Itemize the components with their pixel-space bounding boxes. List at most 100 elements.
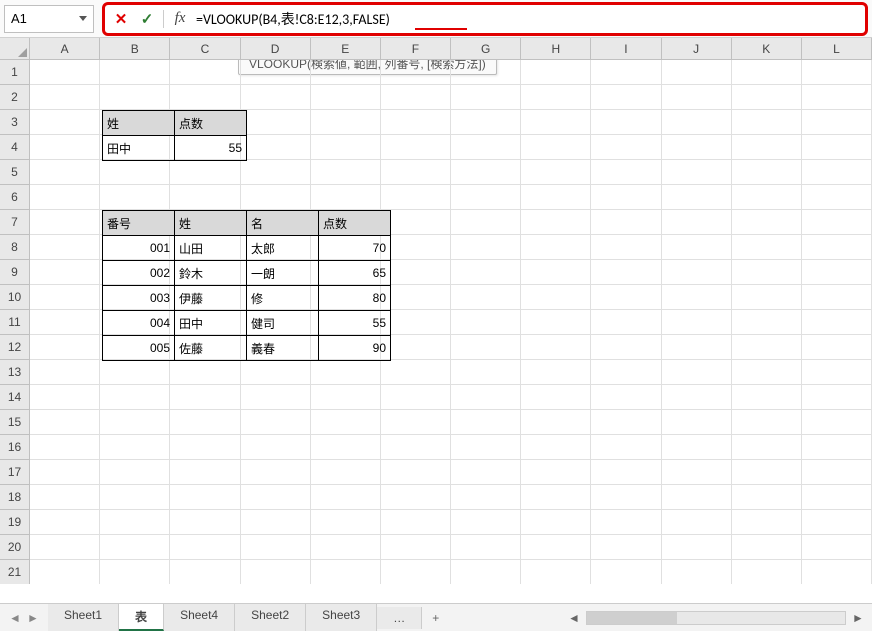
cell-value[interactable]: 001 [103,236,175,261]
tab-nav-left-icon[interactable]: ◄ [8,611,22,625]
cell[interactable] [521,535,591,560]
cell[interactable] [381,560,451,584]
column-header[interactable]: L [802,38,872,59]
cell[interactable] [521,485,591,510]
cell[interactable] [451,60,521,85]
cell[interactable] [591,410,661,435]
cell[interactable] [30,285,100,310]
scroll-left-icon[interactable]: ◄ [566,610,582,626]
cell[interactable] [732,460,802,485]
cell-value[interactable]: 70 [319,236,391,261]
cell[interactable] [662,535,732,560]
cell[interactable] [30,85,100,110]
cell[interactable] [732,135,802,160]
cell[interactable] [100,85,170,110]
cell[interactable] [521,410,591,435]
cell[interactable] [451,85,521,110]
cell[interactable] [591,360,661,385]
add-sheet-button[interactable]: + [422,607,449,629]
cell[interactable] [521,260,591,285]
cell[interactable] [521,385,591,410]
cell[interactable] [170,560,240,584]
sheet-tab[interactable]: Sheet4 [164,604,235,631]
cell[interactable] [381,235,451,260]
cell[interactable] [381,135,451,160]
cell[interactable] [521,335,591,360]
cell[interactable] [662,510,732,535]
cell[interactable] [662,185,732,210]
cell[interactable] [381,385,451,410]
cell[interactable] [311,160,381,185]
cell[interactable] [30,485,100,510]
cell[interactable] [662,360,732,385]
cell[interactable] [241,460,311,485]
cell[interactable] [30,385,100,410]
cell[interactable] [311,410,381,435]
cell[interactable] [521,135,591,160]
table-row[interactable]: 002鈴木一朗65 [103,261,391,286]
table-header[interactable]: 姓 [103,111,175,136]
cell-value[interactable]: 佐藤 [175,336,247,361]
cell[interactable] [521,285,591,310]
table-header[interactable]: 番号 [103,211,175,236]
cell[interactable] [451,235,521,260]
cell[interactable] [591,110,661,135]
sheet-tab[interactable]: Sheet2 [235,604,306,631]
cell[interactable] [241,510,311,535]
column-header[interactable]: J [662,38,732,59]
cell[interactable] [30,460,100,485]
cell[interactable] [30,60,100,85]
cell[interactable] [451,160,521,185]
cell[interactable] [802,410,872,435]
cell[interactable] [311,360,381,385]
cell[interactable] [381,310,451,335]
cell[interactable] [170,535,240,560]
cell[interactable] [591,435,661,460]
cell[interactable] [662,410,732,435]
cell[interactable] [381,85,451,110]
scrollbar-thumb[interactable] [587,612,677,624]
cell[interactable] [241,135,311,160]
row-header[interactable]: 11 [0,310,29,335]
cell[interactable] [381,460,451,485]
cell[interactable] [451,285,521,310]
cell[interactable] [381,335,451,360]
dropdown-icon[interactable] [79,16,87,21]
cell[interactable] [591,135,661,160]
cell[interactable] [451,410,521,435]
cell[interactable] [591,460,661,485]
cell[interactable] [451,460,521,485]
cell[interactable] [802,285,872,310]
row-header[interactable]: 10 [0,285,29,310]
table-header[interactable]: 姓 [175,211,247,236]
cell[interactable] [591,560,661,584]
cell[interactable] [311,385,381,410]
cell[interactable] [802,210,872,235]
cell-value[interactable]: 山田 [175,236,247,261]
cell[interactable] [521,210,591,235]
cell[interactable] [662,285,732,310]
cell[interactable] [732,60,802,85]
cell-value[interactable]: 太郎 [247,236,319,261]
column-header[interactable]: I [591,38,661,59]
row-header[interactable]: 14 [0,385,29,410]
cell[interactable] [662,85,732,110]
cell[interactable] [662,135,732,160]
cell-value[interactable]: 鈴木 [175,261,247,286]
column-header[interactable]: E [311,38,381,59]
column-header[interactable]: C [170,38,240,59]
horizontal-scrollbar[interactable] [586,611,846,625]
fx-button[interactable]: fx [170,9,190,29]
cell[interactable] [802,360,872,385]
tab-nav-right-icon[interactable]: ► [26,611,40,625]
cell[interactable] [170,385,240,410]
cell[interactable] [662,435,732,460]
cell[interactable] [802,85,872,110]
cell[interactable] [381,285,451,310]
cell[interactable] [591,60,661,85]
cell-value[interactable]: 田中 [175,311,247,336]
cell[interactable] [100,60,170,85]
cell[interactable] [521,360,591,385]
cell[interactable] [451,435,521,460]
cell[interactable] [451,310,521,335]
